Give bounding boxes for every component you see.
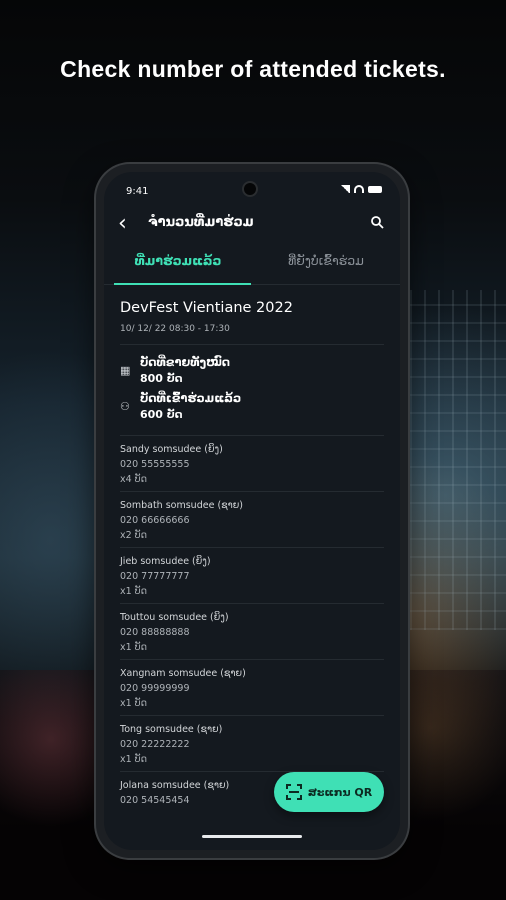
headline: Check number of attended tickets. bbox=[60, 56, 446, 82]
stats-section: ▦ ບັດທີ່ຂາຍທັງໝົດ 800 ບັດ ⚇ ບັດທີ່ເຂົ້າຮ… bbox=[120, 345, 384, 436]
attendee-name: Sandy somsudee (ຍິງ) bbox=[120, 444, 223, 455]
stat-total-tickets: ▦ ບັດທີ່ຂາຍທັງໝົດ 800 ບັດ bbox=[120, 355, 384, 385]
scan-qr-label: ສະແກນ QR bbox=[307, 785, 373, 799]
stat-label: ບັດທີ່ເຂົ້າຮ່ວມແລ້ວ bbox=[140, 391, 242, 405]
attendee-ticket-count: x1 ບັດ bbox=[120, 698, 147, 709]
list-item[interactable]: Sombath somsudee (ຊາຍ) 020 66666666 x2 ບ… bbox=[120, 492, 384, 548]
battery-icon bbox=[368, 185, 382, 193]
camera-icon bbox=[244, 183, 256, 195]
tab-not-attended[interactable]: ທີ່ຍັງບໍ່ເຂົ້າຮ່ວມ bbox=[252, 244, 400, 284]
list-item[interactable]: Tong somsudee (ຊາຍ) 020 22222222 x1 ບັດ bbox=[120, 716, 384, 772]
list-item[interactable]: Jieb somsudee (ຍິງ) 020 77777777 x1 ບັດ bbox=[120, 548, 384, 604]
app-bar: ‹ ຈຳນວນທີ່ມາຮ່ວມ bbox=[104, 202, 400, 244]
content: DevFest Vientiane 2022 10/ 12/ 22 08:30 … bbox=[104, 300, 400, 812]
person-check-icon: ⚇ bbox=[120, 400, 130, 413]
attendee-ticket-count: x1 ບັດ bbox=[120, 754, 147, 765]
search-icon[interactable] bbox=[370, 215, 384, 229]
attendee-phone: 020 66666666 bbox=[120, 515, 190, 526]
list-item[interactable]: Sandy somsudee (ຍິງ) 020 55555555 x4 ບັດ bbox=[120, 436, 384, 492]
stat-attended-tickets: ⚇ ບັດທີ່ເຂົ້າຮ່ວມແລ້ວ 600 ບັດ bbox=[120, 391, 384, 421]
back-arrow-icon[interactable]: ‹ bbox=[118, 211, 127, 236]
home-indicator bbox=[202, 835, 302, 838]
list-item[interactable]: Xangnam somsudee (ຊາຍ) 020 99999999 x1 ບ… bbox=[120, 660, 384, 716]
stat-label: ບັດທີ່ຂາຍທັງໝົດ bbox=[140, 355, 231, 369]
attendee-name: Xangnam somsudee (ຊາຍ) bbox=[120, 668, 246, 679]
event-name: DevFest Vientiane 2022 bbox=[120, 300, 293, 316]
attendee-list: Sandy somsudee (ຍິງ) 020 55555555 x4 ບັດ… bbox=[120, 436, 384, 812]
ticket-icon: ▦ bbox=[120, 364, 131, 377]
attendee-ticket-count: x2 ບັດ bbox=[120, 530, 147, 541]
wifi-icon bbox=[354, 185, 364, 193]
status-bar: 9:41 bbox=[104, 172, 400, 202]
page-title: ຈຳນວນທີ່ມາຮ່ວມ bbox=[148, 215, 254, 230]
attendee-ticket-count: x1 ບັດ bbox=[120, 642, 147, 653]
signal-icon bbox=[340, 185, 350, 193]
attendee-phone: 020 88888888 bbox=[120, 627, 190, 638]
stat-value: 800 ບັດ bbox=[140, 372, 183, 385]
stat-value: 600 ບັດ bbox=[140, 408, 183, 421]
scan-qr-button[interactable]: ສະແກນ QR bbox=[274, 772, 384, 812]
tab-bar: ທີ່ມາຮ່ວມແລ້ວ ທີ່ຍັງບໍ່ເຂົ້າຮ່ວມ bbox=[104, 244, 400, 285]
event-date: 10/ 12/ 22 08:30 - 17:30 bbox=[120, 324, 384, 345]
attendee-ticket-count: x1 ບັດ bbox=[120, 586, 147, 597]
tab-attended[interactable]: ທີ່ມາຮ່ວມແລ້ວ bbox=[104, 244, 252, 284]
list-item[interactable]: Touttou somsudee (ຍິງ) 020 88888888 x1 ບ… bbox=[120, 604, 384, 660]
stage-truss-background bbox=[396, 290, 506, 630]
attendee-name: Sombath somsudee (ຊາຍ) bbox=[120, 500, 243, 511]
attendee-phone: 020 55555555 bbox=[120, 459, 190, 470]
phone-screen: 9:41 ‹ ຈຳນວນທີ່ມາຮ່ວມ ທີ່ມາຮ່ວມແລ້ວ ທີ່ຍ… bbox=[104, 172, 400, 850]
attendee-phone: 020 22222222 bbox=[120, 739, 190, 750]
attendee-name: Tong somsudee (ຊາຍ) bbox=[120, 724, 223, 735]
status-icons bbox=[340, 185, 382, 193]
phone-frame: 9:41 ‹ ຈຳນວນທີ່ມາຮ່ວມ ທີ່ມາຮ່ວມແລ້ວ ທີ່ຍ… bbox=[96, 164, 408, 858]
attendee-ticket-count: x4 ບັດ bbox=[120, 474, 147, 485]
status-time: 9:41 bbox=[126, 186, 149, 197]
attendee-phone: 020 99999999 bbox=[120, 683, 190, 694]
attendee-phone: 020 77777777 bbox=[120, 571, 190, 582]
attendee-name: Touttou somsudee (ຍິງ) bbox=[120, 612, 229, 623]
qr-scan-icon bbox=[285, 784, 302, 800]
attendee-name: Jieb somsudee (ຍິງ) bbox=[120, 556, 211, 567]
